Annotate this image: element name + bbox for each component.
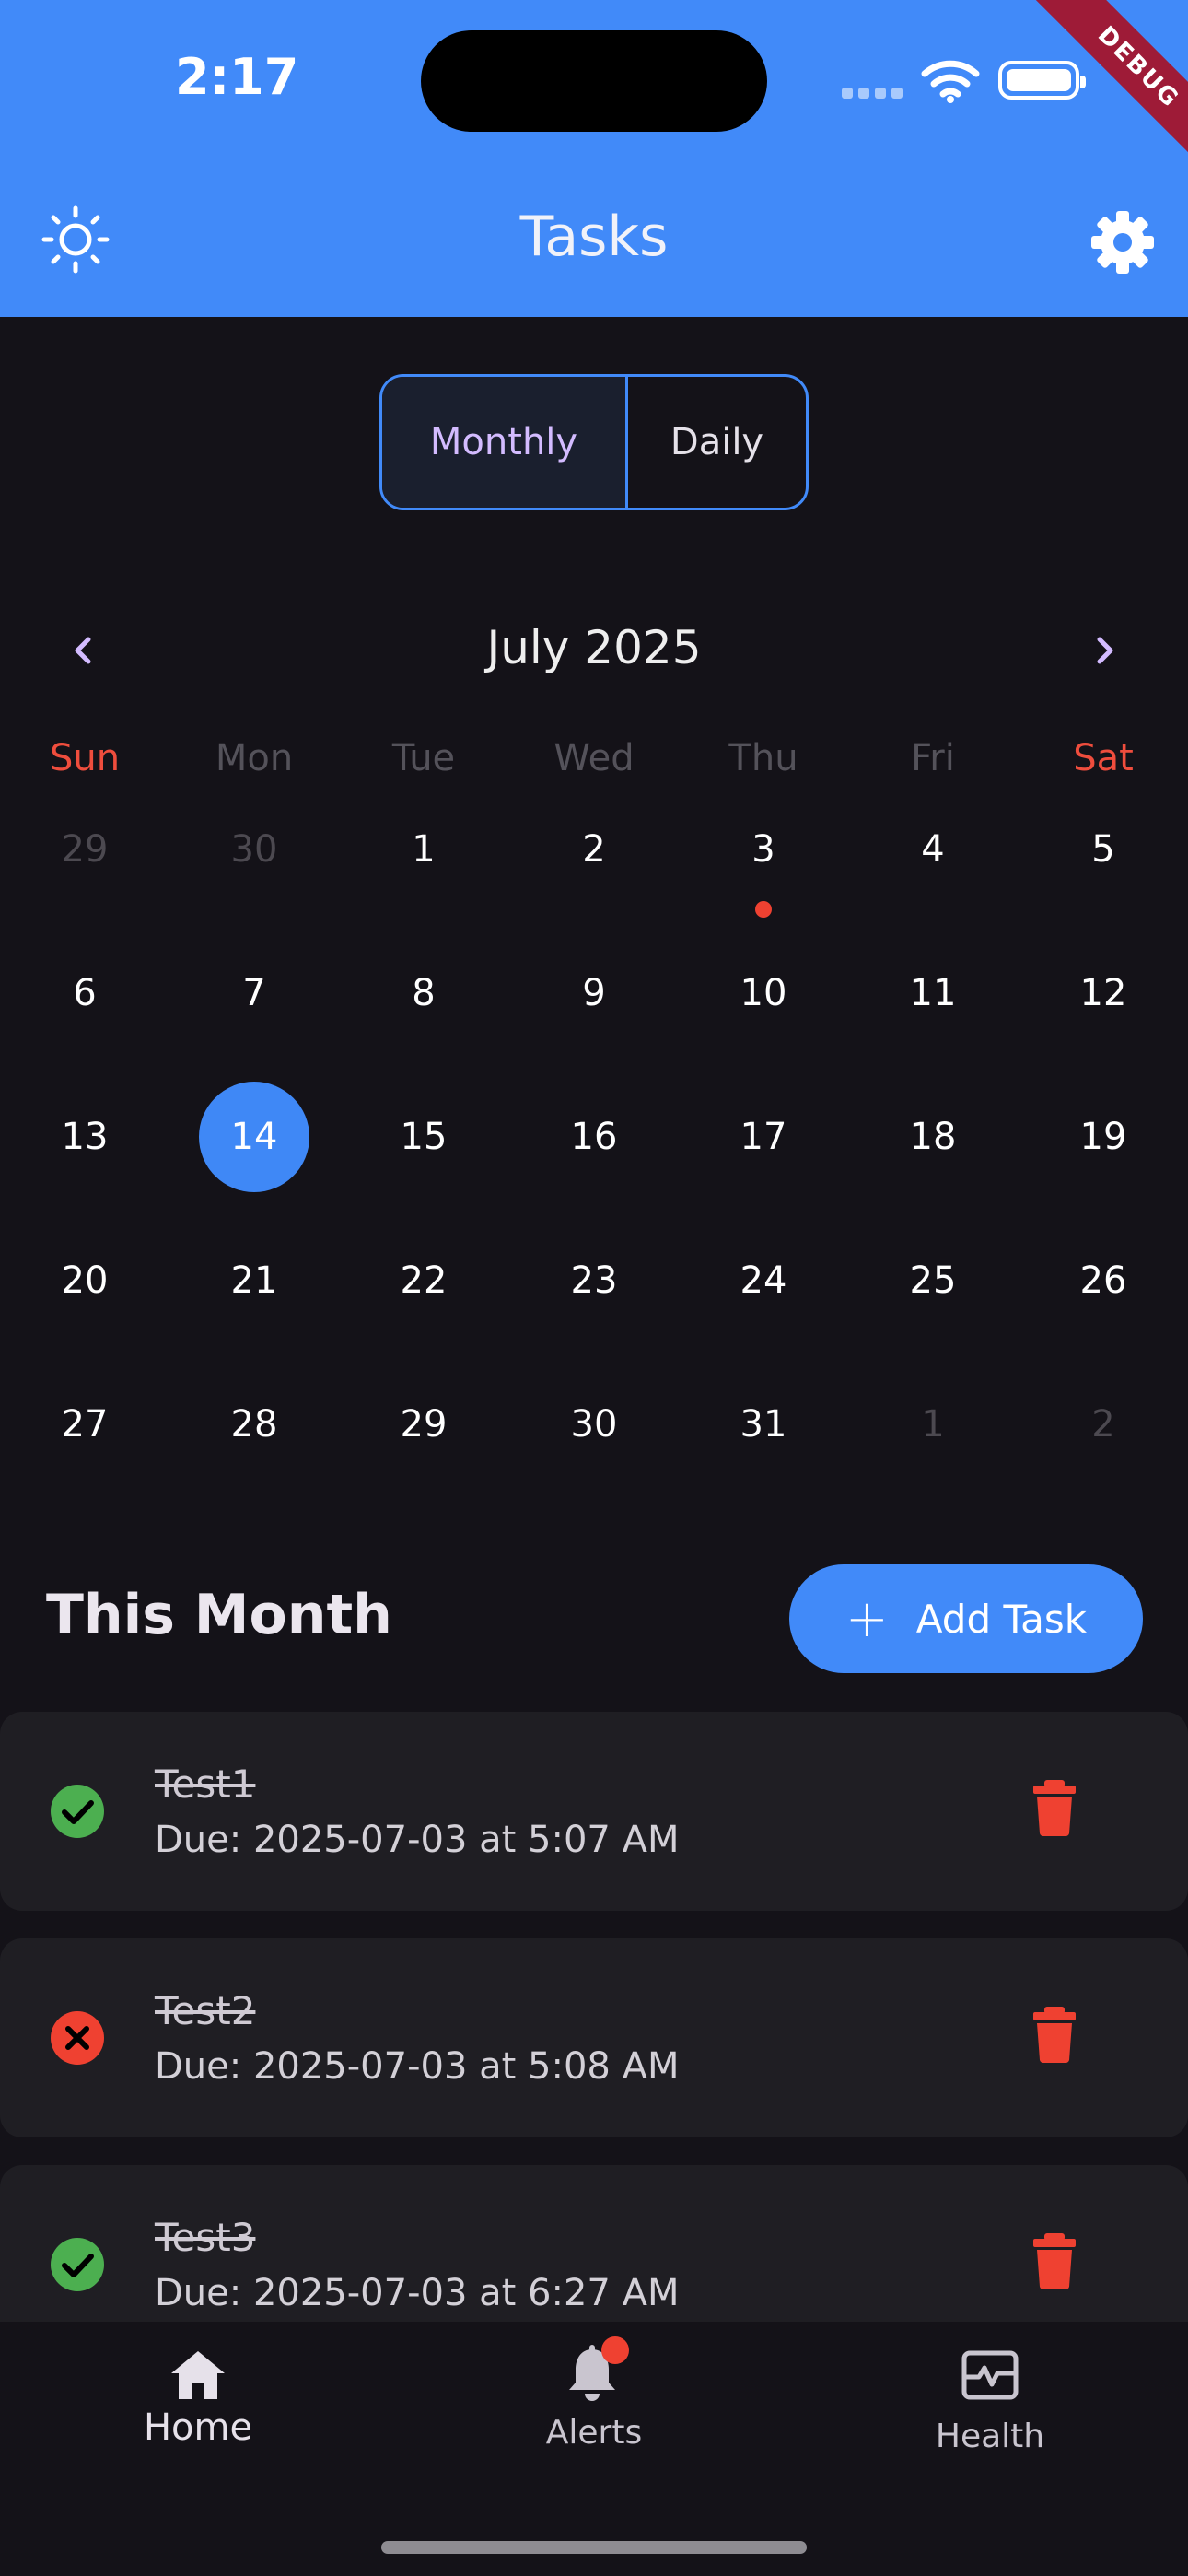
calendar-day[interactable]: 29 (368, 1369, 479, 1480)
task-name: Test2 (155, 1988, 256, 2033)
task-name: Test1 (155, 1762, 256, 1807)
calendar-day[interactable]: 12 (1048, 938, 1159, 1048)
trash-icon[interactable] (1031, 2231, 1077, 2290)
weekday-label-sat: Sat (1073, 737, 1134, 779)
calendar-day[interactable]: 27 (29, 1369, 140, 1480)
dynamic-island (421, 30, 767, 132)
weekday-label-tue: Tue (391, 737, 456, 779)
calendar-day-outside[interactable]: 2 (1048, 1369, 1159, 1480)
calendar-day-outside[interactable]: 29 (29, 794, 140, 905)
task-due-date: Due: 2025-07-03 at 6:27 AM (155, 2272, 680, 2314)
calendar-day[interactable]: 17 (708, 1082, 819, 1192)
nav-item-alerts[interactable]: Alerts (502, 2322, 686, 2452)
health-icon (961, 2350, 1019, 2400)
check-circle-icon[interactable] (50, 1784, 105, 1839)
battery-icon (998, 61, 1086, 100)
daily-toggle-button[interactable]: Daily (628, 377, 806, 508)
calendar-day[interactable]: 25 (878, 1225, 988, 1336)
calendar-day[interactable]: 13 (29, 1082, 140, 1192)
alerts-badge (601, 2336, 629, 2364)
calendar-day[interactable]: 21 (199, 1225, 309, 1336)
calendar-month-label: July 2025 (486, 621, 702, 674)
task-card[interactable]: Test1 Due: 2025-07-03 at 5:07 AM (0, 1712, 1188, 1911)
calendar-day[interactable]: 2 (539, 794, 649, 905)
calendar-day[interactable]: 30 (539, 1369, 649, 1480)
task-indicator-dot (755, 901, 772, 918)
calendar-day[interactable]: 8 (368, 938, 479, 1048)
check-circle-icon[interactable] (50, 2237, 105, 2292)
calendar-day[interactable]: 10 (708, 938, 819, 1048)
x-circle-icon[interactable] (50, 2010, 105, 2066)
page-title: Tasks (519, 205, 669, 269)
nav-label-home: Home (143, 2406, 253, 2449)
status-time: 2:17 (175, 48, 299, 106)
trash-icon[interactable] (1031, 2005, 1077, 2064)
calendar-day[interactable]: 20 (29, 1225, 140, 1336)
calendar-day[interactable]: 24 (708, 1225, 819, 1336)
home-icon (171, 2351, 225, 2399)
calendar-day[interactable]: 6 (29, 938, 140, 1048)
calendar-day-outside[interactable]: 30 (199, 794, 309, 905)
gear-icon[interactable] (1089, 208, 1157, 276)
task-due-date: Due: 2025-07-03 at 5:07 AM (155, 1819, 680, 1861)
calendar-day[interactable]: 11 (878, 938, 988, 1048)
calendar-day[interactable]: 1 (368, 794, 479, 905)
weekday-label-wed: Wed (553, 737, 635, 779)
calendar-day[interactable]: 5 (1048, 794, 1159, 905)
calendar-day[interactable]: 31 (708, 1369, 819, 1480)
calendar-day[interactable]: 18 (878, 1082, 988, 1192)
weekday-label-sun: Sun (49, 737, 121, 779)
nav-item-home[interactable]: Home (106, 2322, 290, 2449)
cellular-signal-icon (842, 85, 908, 102)
calendar-day[interactable]: 14 (199, 1082, 309, 1192)
task-name: Test3 (155, 2215, 256, 2260)
task-due-date: Due: 2025-07-03 at 5:08 AM (155, 2045, 680, 2088)
calendar-day[interactable]: 4 (878, 794, 988, 905)
calendar-day[interactable]: 3 (708, 794, 819, 905)
add-task-label: Add Task (915, 1596, 1088, 1642)
nav-item-health[interactable]: Health (898, 2322, 1082, 2455)
home-indicator (381, 2541, 807, 2554)
calendar-day[interactable]: 9 (539, 938, 649, 1048)
calendar-day[interactable]: 7 (199, 938, 309, 1048)
app-header: 2:17 DEBUG Tasks (0, 0, 1188, 317)
nav-label-health: Health (935, 2418, 1045, 2455)
nav-label-alerts: Alerts (545, 2414, 643, 2452)
task-card[interactable]: Test2 Due: 2025-07-03 at 5:08 AM (0, 1938, 1188, 2137)
weekday-label-mon: Mon (215, 737, 294, 779)
section-title: This Month (46, 1583, 392, 1647)
trash-icon[interactable] (1031, 1778, 1077, 1837)
calendar-day-outside[interactable]: 1 (878, 1369, 988, 1480)
weekday-label-thu: Thu (728, 737, 798, 779)
calendar-day[interactable]: 16 (539, 1082, 649, 1192)
plus-icon: + (844, 1588, 889, 1649)
bottom-navigation: Home Alerts Health (0, 2322, 1188, 2576)
calendar-day[interactable]: 23 (539, 1225, 649, 1336)
wifi-icon (921, 60, 980, 103)
chevron-right-icon[interactable] (1077, 619, 1133, 682)
view-toggle: Monthly Daily (379, 374, 809, 510)
monthly-toggle-button[interactable]: Monthly (382, 377, 628, 508)
calendar-day[interactable]: 15 (368, 1082, 479, 1192)
weekday-label-fri: Fri (911, 737, 955, 779)
calendar-day[interactable]: 28 (199, 1369, 309, 1480)
calendar-day[interactable]: 19 (1048, 1082, 1159, 1192)
add-task-button[interactable]: + Add Task (789, 1564, 1143, 1673)
calendar-day[interactable]: 22 (368, 1225, 479, 1336)
calendar-day[interactable]: 26 (1048, 1225, 1159, 1336)
